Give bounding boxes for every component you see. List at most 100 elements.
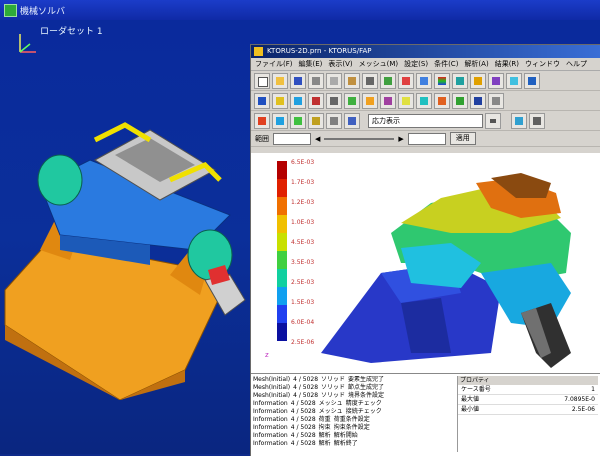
view-side-icon[interactable] xyxy=(290,92,306,109)
measure-icon[interactable] xyxy=(416,92,432,109)
property-key: 最大値 xyxy=(461,396,480,403)
property-value: 7.0895E-0 xyxy=(564,396,595,403)
displacement-icon[interactable] xyxy=(290,112,306,129)
log-cell: 接続チェック xyxy=(345,408,382,415)
open-folder-icon[interactable] xyxy=(272,72,288,89)
stress-icon[interactable] xyxy=(254,112,270,129)
result-type-select[interactable]: 応力表示 xyxy=(368,113,483,128)
range-min-input[interactable] xyxy=(273,132,311,145)
zoom-icon[interactable] xyxy=(470,72,486,89)
toolbar-1 xyxy=(251,71,600,91)
rotate-icon[interactable] xyxy=(452,72,468,89)
result-icon[interactable] xyxy=(416,72,432,89)
log-cell: Information xyxy=(253,400,288,407)
solve-icon[interactable] xyxy=(398,72,414,89)
settings-icon[interactable] xyxy=(488,92,504,109)
menu-file[interactable]: ファイル(F) xyxy=(255,58,293,70)
colorbar-segment xyxy=(277,323,287,341)
print-icon[interactable] xyxy=(362,72,378,89)
log-row[interactable]: Mesh(Initial) 4 / 5028 ソリッド 境界条件設定 xyxy=(253,392,453,400)
log-cell: 精度チェック xyxy=(345,400,382,407)
export-icon[interactable] xyxy=(470,92,486,109)
fit-icon[interactable] xyxy=(506,72,522,89)
log-cell: 4 / 5028 xyxy=(290,408,316,415)
reaction-icon[interactable] xyxy=(308,112,324,129)
menu-conditions[interactable]: 条件(C) xyxy=(434,58,458,70)
apply-button[interactable]: 適用 xyxy=(449,132,476,145)
colorbar-segment xyxy=(277,179,287,197)
log-cell: 解析終了 xyxy=(333,440,358,447)
new-file-icon[interactable] xyxy=(254,72,270,89)
menu-settings[interactable]: 設定(S) xyxy=(404,58,428,70)
view-top-icon[interactable] xyxy=(272,92,288,109)
colorbar-tick-label: 1.5E-03 xyxy=(291,299,314,306)
range-right-arrow[interactable]: ▶ xyxy=(398,135,403,143)
dropdown-arrow-icon[interactable] xyxy=(485,112,501,129)
section-icon[interactable] xyxy=(362,92,378,109)
log-cell: 荷重 xyxy=(318,416,331,423)
bottom-panel: Mesh(Initial) 4 / 5028 ソリッド 要素生成完了 Mesh(Init… xyxy=(251,373,600,456)
assembly-label: ローダセット 1 xyxy=(40,27,103,37)
strain-icon[interactable] xyxy=(272,112,288,129)
colorbar-tick-label: 1.0E-03 xyxy=(291,219,314,226)
menu-mesh[interactable]: メッシュ(M) xyxy=(359,58,399,70)
view-front-icon[interactable] xyxy=(254,92,270,109)
colorbar-segment xyxy=(277,269,287,287)
cut-icon[interactable] xyxy=(308,72,324,89)
mesh-icon[interactable] xyxy=(380,72,396,89)
colorbar-tick-label: 2.5E-03 xyxy=(291,279,314,286)
log-cell: 4 / 5028 xyxy=(293,392,319,399)
view-iso-icon[interactable] xyxy=(308,92,324,109)
menu-analysis[interactable]: 解析(A) xyxy=(464,58,488,70)
table-icon[interactable] xyxy=(326,112,342,129)
pan-icon[interactable] xyxy=(488,72,504,89)
menu-window[interactable]: ウィンドウ xyxy=(525,58,560,70)
log-cell: メッシュ xyxy=(318,408,343,415)
help-icon[interactable] xyxy=(524,72,540,89)
wireframe-icon[interactable] xyxy=(326,92,342,109)
result-viewport[interactable]: 6.5E-03 1.7E-03 1.2E-03 1.0E-03 4.5E-03 3.5E-… xyxy=(251,153,600,373)
copy-icon[interactable] xyxy=(326,72,342,89)
log-row[interactable]: Information 4 / 5028 解析 解析開始 xyxy=(253,432,453,440)
animate-icon[interactable] xyxy=(398,92,414,109)
log-cell: Information xyxy=(253,432,288,439)
log-row[interactable]: Mesh(Initial) 4 / 5028 ソリッド 節点生成完了 xyxy=(253,384,453,392)
log-row[interactable]: Mesh(Initial) 4 / 5028 ソリッド 要素生成完了 xyxy=(253,376,453,384)
log-row[interactable]: Information 4 / 5028 拘束 拘束条件設定 xyxy=(253,424,453,432)
menu-edit[interactable]: 編集(E) xyxy=(299,58,323,70)
colorbar-tick-label: 1.7E-03 xyxy=(291,179,314,186)
print-result-icon[interactable] xyxy=(529,112,545,129)
log-cell: Mesh(Initial) xyxy=(253,376,291,383)
menu-help[interactable]: ヘルプ xyxy=(566,58,587,70)
log-cell: 4 / 5028 xyxy=(290,416,316,423)
paste-icon[interactable] xyxy=(344,72,360,89)
menu-view[interactable]: 表示(V) xyxy=(328,58,352,70)
image-icon[interactable] xyxy=(511,112,527,129)
colorbar-tick-label: 3.5E-03 xyxy=(291,259,314,266)
log-row[interactable]: Information 4 / 5028 メッシュ 接続チェック xyxy=(253,408,453,416)
log-list[interactable]: Mesh(Initial) 4 / 5028 ソリッド 要素生成完了 Mesh(Init… xyxy=(253,376,453,452)
log-cell: 4 / 5028 xyxy=(290,424,316,431)
graph-icon[interactable] xyxy=(344,112,360,129)
log-row[interactable]: Information 4 / 5028 解析 解析終了 xyxy=(253,440,453,448)
log-cell: ソリッド xyxy=(321,392,346,399)
range-slider[interactable] xyxy=(324,137,395,140)
probe-icon[interactable] xyxy=(452,92,468,109)
deform-icon[interactable] xyxy=(380,92,396,109)
shaded-icon[interactable] xyxy=(344,92,360,109)
property-key: 最小値 xyxy=(461,406,480,413)
log-row[interactable]: Information 4 / 5028 メッシュ 精度チェック xyxy=(253,400,453,408)
colorbar-tick-label: 6.0E-04 xyxy=(291,319,314,326)
contour-icon[interactable] xyxy=(434,72,450,89)
property-value: 1 xyxy=(591,386,595,393)
legend-icon[interactable] xyxy=(434,92,450,109)
log-cell: 拘束 xyxy=(318,424,331,431)
log-cell: 解析開始 xyxy=(333,432,358,439)
log-cell: 解析 xyxy=(318,440,331,447)
range-max-input[interactable] xyxy=(407,132,446,145)
save-icon[interactable] xyxy=(290,72,306,89)
fem-result-view: 6.5E-03 1.7E-03 1.2E-03 1.0E-03 4.5E-03 3.5E-… xyxy=(265,159,571,368)
menu-results[interactable]: 結果(R) xyxy=(495,58,519,70)
log-row[interactable]: Information 4 / 5028 荷重 荷重条件設定 xyxy=(253,416,453,424)
range-left-arrow[interactable]: ◀ xyxy=(315,135,320,143)
